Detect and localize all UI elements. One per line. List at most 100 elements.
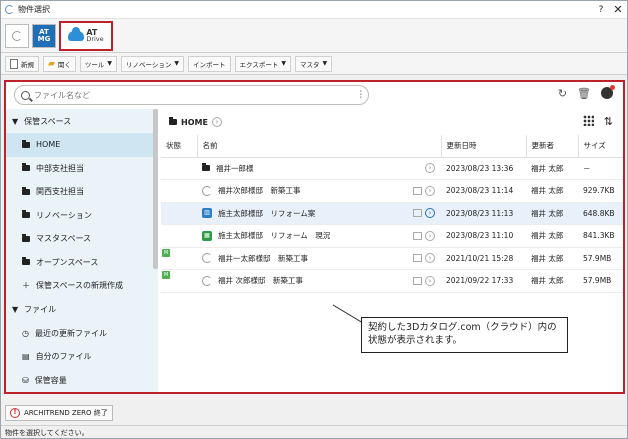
breadcrumb-home[interactable]: HOME [181, 118, 208, 127]
dialog-window: 物件選択 ? ✕ AT MG AT Drive 新規 ▰ 関く ツール ▼ リノベーショ… [0, 0, 628, 439]
sort-icon[interactable]: ⇅ [604, 115, 613, 128]
col-size[interactable]: サイズ [578, 135, 623, 158]
atmg-tab[interactable]: AT MG [32, 23, 56, 48]
table-row[interactable]: M 福井 次郎様邸 新築工事 › 2021/09/22 17:33 福井 太郎 5… [161, 269, 623, 293]
renovation-plan-icon: ▥ [202, 208, 212, 219]
atmg-label: AT MG [37, 27, 51, 43]
image-icon[interactable] [413, 276, 422, 285]
search-box[interactable]: ⫶ [14, 85, 369, 105]
chevron-right-icon[interactable]: › [425, 275, 435, 286]
folder-icon [169, 117, 177, 125]
status-cell [161, 179, 197, 203]
window-title: 物件選択 [18, 5, 50, 14]
status-bar: 物件を選択してください。 [1, 425, 627, 439]
chevron-right-icon[interactable]: › [425, 230, 435, 241]
status-cell: M [161, 269, 197, 293]
sidebar-item-chubu[interactable]: 中部支社担当 [6, 157, 158, 181]
table-row[interactable]: M 福井一太郎様邸 新築工事 › 2021/10/21 15:28 福井 太郎 5… [161, 247, 623, 270]
open-button[interactable]: ▰ 関く [43, 55, 76, 72]
file-icon: ▤ [22, 352, 30, 362]
import-button[interactable]: インポート [188, 55, 231, 72]
sidebar-item-capacity[interactable]: ⛁ 保管容量 [6, 369, 158, 393]
folder-icon [22, 210, 30, 219]
new-space-button[interactable]: ＋保管スペースの新規作成 [6, 274, 158, 298]
image-icon[interactable] [413, 186, 422, 195]
new-button[interactable]: 新規 [5, 55, 39, 72]
updater-cell: 福井 太郎 [526, 247, 578, 270]
table-row[interactable]: 福井次郎様邸 新築工事 › 2023/08/23 11:14 福井 太郎 929.… [161, 179, 623, 203]
search-row: ⫶ ↻ 🗑 [6, 82, 623, 108]
caret-down-icon: ▼ [12, 116, 19, 126]
tool-menu[interactable]: ツール ▼ [79, 55, 118, 72]
renovation-menu[interactable]: リノベーション ▼ [121, 55, 185, 72]
col-updated[interactable]: 更新日時 [441, 135, 527, 158]
chevron-right-icon[interactable]: › [425, 208, 435, 219]
sidebar-item-mine[interactable]: ▤ 自分のファイル [6, 345, 158, 369]
sidebar-item-home[interactable]: HOME [6, 133, 158, 157]
chevron-right-icon[interactable]: › [211, 117, 222, 127]
file-section-header[interactable]: ▼ ファイル [6, 298, 158, 322]
chevron-down-icon: ▼ [281, 60, 286, 67]
filter-icon[interactable]: ⫶ [360, 90, 363, 101]
new-document-icon [10, 58, 18, 69]
sidebar-item-open[interactable]: オープンスペース [6, 251, 158, 275]
sidebar-item-recent[interactable]: ◷ 最近の更新ファイル [6, 322, 158, 346]
property-icon [202, 275, 212, 286]
file-table: 状態 名前 更新日時 更新者 サイズ 福井一郎様 › 2023/08/23 13:… [161, 135, 623, 293]
search-input[interactable] [34, 90, 334, 100]
database-icon: ⛁ [22, 375, 29, 385]
chevron-down-icon: ▼ [322, 60, 328, 67]
col-updater[interactable]: 更新者 [526, 135, 579, 158]
app-tab-bar: AT MG AT Drive [1, 19, 627, 53]
master-menu[interactable]: マスタ ▼ [294, 55, 333, 72]
sidebar-scrollbar[interactable] [153, 109, 158, 269]
exit-button[interactable]: ! ARCHITREND ZERO 終了 [5, 405, 113, 421]
atdrive-tab[interactable]: AT Drive [59, 20, 113, 51]
status-cell [161, 157, 197, 180]
refresh-icon[interactable]: ↻ [558, 87, 567, 100]
image-icon[interactable] [413, 254, 422, 263]
title-bar: 物件選択 ? ✕ [1, 1, 627, 19]
grid-view-icon[interactable] [582, 115, 594, 126]
col-status[interactable]: 状態 [161, 135, 198, 158]
caret-down-icon: ▼ [12, 305, 19, 314]
property-icon [202, 253, 212, 264]
sidebar-item-kansai[interactable]: 関西支社担当 [6, 180, 158, 204]
col-name[interactable]: 名前 [197, 135, 442, 158]
cloud-icon [68, 26, 85, 41]
image-icon[interactable] [413, 231, 422, 240]
account-icon[interactable] [601, 85, 615, 99]
export-menu[interactable]: エクスポート ▼ [234, 55, 291, 72]
folder-icon [22, 233, 30, 242]
folder-icon [22, 139, 30, 148]
sidebar-item-master[interactable]: マスタスペース [6, 227, 158, 251]
name-cell: ▦ 施主太郎様邸 リフォーム 現況 › [197, 224, 441, 248]
folder-icon [202, 163, 210, 172]
status-cell [161, 224, 197, 248]
folder-icon [22, 257, 30, 266]
table-row[interactable]: ▥ 施主太郎様邸 リフォーム案 › 2023/08/23 11:13 福井 太郎 6… [161, 202, 623, 225]
loading-ring-tab[interactable] [5, 23, 29, 48]
close-button[interactable]: ✕ [609, 3, 627, 16]
open-folder-icon: ▰ [48, 58, 55, 69]
updater-cell: 福井 太郎 [526, 224, 578, 248]
chevron-right-icon[interactable]: › [425, 163, 435, 174]
clock-icon: ◷ [22, 328, 29, 338]
folder-icon [22, 163, 30, 172]
sidebar: ▼ 保管スペース HOME 中部支社担当 関西支社担当 リノベーション マスタスペ… [6, 109, 158, 392]
bottom-bar: ! ARCHITREND ZERO 終了 [1, 402, 627, 424]
storage-section-header[interactable]: ▼ 保管スペース [6, 109, 158, 133]
chevron-right-icon[interactable]: › [425, 185, 435, 196]
exit-icon: ! [10, 408, 20, 418]
current-state-icon: ▦ [202, 230, 212, 241]
updated-cell: 2023/08/23 11:13 [441, 202, 526, 225]
table-row[interactable]: ▦ 施主太郎様邸 リフォーム 現況 › 2023/08/23 11:10 福井 太郎… [161, 224, 623, 248]
sidebar-item-renovation[interactable]: リノベーション [6, 204, 158, 228]
image-icon[interactable] [413, 209, 422, 218]
table-row[interactable]: 福井一郎様 › 2023/08/23 13:36 福井 太郎 － [161, 157, 623, 180]
help-button[interactable]: ? [593, 5, 609, 15]
trash-icon[interactable]: 🗑 [577, 87, 591, 100]
toolbar: 新規 ▰ 関く ツール ▼ リノベーション ▼ インポート エクスポート ▼ マスタ ▼ [1, 53, 627, 75]
chevron-right-icon[interactable]: › [425, 253, 435, 264]
folder-icon [22, 186, 30, 195]
